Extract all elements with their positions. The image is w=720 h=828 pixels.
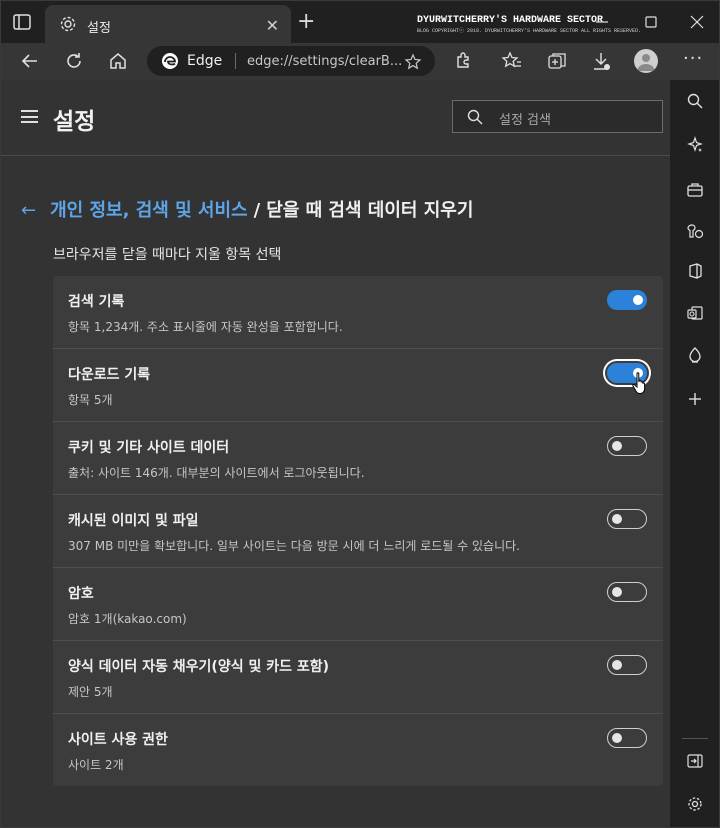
setting-name: 쿠키 및 기타 사이트 데이터 bbox=[68, 440, 230, 456]
tab-actions-icon[interactable] bbox=[11, 11, 33, 33]
toggle-site-permissions[interactable] bbox=[607, 728, 647, 748]
setting-name: 양식 데이터 자동 채우기(양식 및 카드 포함) bbox=[68, 659, 330, 675]
active-tab[interactable]: 설정 ✕ bbox=[45, 5, 291, 44]
page-title: 설정 bbox=[53, 109, 96, 135]
setting-desc: 제안 5개 bbox=[68, 685, 113, 699]
setting-row: 검색 기록 항목 1,234개. 주소 표시줄에 자동 완성을 포함합니다. bbox=[53, 276, 663, 349]
toggle-cache[interactable] bbox=[607, 509, 647, 529]
setting-name: 검색 기록 bbox=[68, 294, 125, 310]
settings-header: 설정 설정 검색 bbox=[1, 80, 671, 156]
setting-name: 다운로드 기록 bbox=[68, 367, 151, 383]
extensions-icon[interactable] bbox=[451, 49, 475, 73]
tab-bar: 설정 ✕ + DYURWITCHERRY'S HARDWARE SECTOR B… bbox=[0, 0, 720, 44]
office-icon[interactable] bbox=[686, 262, 704, 280]
settings-search-input[interactable]: 설정 검색 bbox=[452, 100, 663, 133]
setting-name: 암호 bbox=[68, 586, 94, 602]
menu-icon[interactable] bbox=[21, 110, 38, 123]
hand-cursor-icon bbox=[632, 372, 646, 394]
profile-icon bbox=[637, 54, 655, 71]
setting-name: 사이트 사용 권한 bbox=[68, 732, 168, 748]
profile-avatar[interactable] bbox=[634, 49, 658, 73]
add-favorite-icon[interactable] bbox=[404, 53, 422, 71]
setting-desc: 항목 1,234개. 주소 표시줄에 자동 완성을 포함합니다. bbox=[68, 320, 343, 334]
setting-desc: 사이트 2개 bbox=[68, 758, 124, 772]
sidebar-settings-icon[interactable] bbox=[686, 795, 704, 813]
setting-row: 쿠키 및 기타 사이트 데이터 출처: 사이트 146개. 대부분의 사이트에서… bbox=[53, 422, 663, 495]
hide-sidebar-icon[interactable] bbox=[686, 752, 704, 770]
toggle-knob bbox=[612, 660, 622, 670]
breadcrumb: ← 개인 정보, 검색 및 서비스 / 닫을 때 검색 데이터 지우기 bbox=[21, 196, 473, 222]
edge-logo-icon bbox=[162, 53, 178, 69]
settings-content: 설정 설정 검색 ← 개인 정보, 검색 및 서비스 / 닫을 때 검색 데이터 지우… bbox=[0, 80, 671, 827]
outlook-icon[interactable] bbox=[686, 304, 704, 322]
copilot-icon[interactable] bbox=[686, 136, 704, 154]
toggle-knob bbox=[612, 441, 622, 451]
setting-desc: 출처: 사이트 146개. 대부분의 사이트에서 로그아웃됩니다. bbox=[68, 466, 365, 480]
toggle-knob bbox=[612, 587, 622, 597]
drop-icon[interactable] bbox=[686, 346, 704, 364]
setting-desc: 항목 5개 bbox=[68, 393, 113, 407]
search-icon[interactable] bbox=[686, 92, 704, 110]
toggle-cookies[interactable] bbox=[607, 436, 647, 456]
address-bar[interactable]: Edge edge://settings/clearB... bbox=[147, 46, 435, 76]
toggle-passwords[interactable] bbox=[607, 582, 647, 602]
setting-row: 암호 암호 1개(kakao.com) bbox=[53, 568, 663, 641]
setting-row: 다운로드 기록 항목 5개 bbox=[53, 349, 663, 422]
maximize-icon[interactable] bbox=[644, 15, 658, 29]
setting-name: 캐시된 이미지 및 파일 bbox=[68, 513, 199, 529]
downloads-icon[interactable] bbox=[589, 49, 613, 73]
close-icon[interactable]: ✕ bbox=[266, 16, 279, 35]
setting-desc: 307 MB 미만을 확보합니다. 일부 사이트는 다음 방문 시에 더 느리게… bbox=[68, 539, 520, 553]
toggle-search-history[interactable] bbox=[607, 290, 647, 310]
games-icon[interactable] bbox=[686, 222, 704, 240]
home-icon[interactable] bbox=[106, 49, 130, 73]
back-icon[interactable] bbox=[18, 49, 42, 73]
toggle-knob bbox=[612, 514, 622, 524]
url-text[interactable]: edge://settings/clearB... bbox=[247, 54, 402, 69]
address-toolbar: Edge edge://settings/clearB... ··· bbox=[0, 43, 720, 80]
minimize-icon[interactable] bbox=[595, 15, 609, 29]
edge-sidebar bbox=[670, 80, 720, 827]
tools-icon[interactable] bbox=[686, 180, 704, 198]
collections-icon[interactable] bbox=[545, 49, 569, 73]
breadcrumb-separator: / bbox=[253, 200, 261, 221]
setting-row: 캐시된 이미지 및 파일 307 MB 미만을 확보합니다. 일부 사이트는 다… bbox=[53, 495, 663, 568]
close-window-icon[interactable] bbox=[690, 15, 704, 29]
search-placeholder: 설정 검색 bbox=[499, 113, 551, 128]
setting-row: 양식 데이터 자동 채우기(양식 및 카드 포함) 제안 5개 bbox=[53, 641, 663, 714]
breadcrumb-parent-link[interactable]: 개인 정보, 검색 및 서비스 bbox=[50, 200, 248, 221]
new-tab-icon[interactable]: + bbox=[297, 11, 315, 33]
favorites-icon[interactable] bbox=[500, 49, 524, 73]
setting-row: 사이트 사용 권한 사이트 2개 bbox=[53, 714, 663, 787]
search-icon bbox=[467, 109, 483, 125]
omni-separator bbox=[235, 53, 236, 69]
back-arrow-icon[interactable]: ← bbox=[21, 200, 36, 221]
clear-on-close-card: 검색 기록 항목 1,234개. 주소 표시줄에 자동 완성을 포함합니다. 다… bbox=[53, 276, 663, 786]
more-icon[interactable]: ··· bbox=[683, 48, 703, 69]
toggle-autofill[interactable] bbox=[607, 655, 647, 675]
toggle-knob bbox=[612, 733, 622, 743]
refresh-icon[interactable] bbox=[62, 49, 86, 73]
sidebar-divider bbox=[682, 738, 708, 739]
gear-icon bbox=[60, 16, 76, 32]
omni-label: Edge bbox=[187, 53, 223, 69]
add-icon[interactable] bbox=[686, 390, 704, 408]
setting-desc: 암호 1개(kakao.com) bbox=[68, 612, 187, 626]
toggle-knob bbox=[633, 295, 643, 305]
section-subtitle: 브라우저를 닫을 때마다 지울 항목 선택 bbox=[53, 247, 282, 263]
breadcrumb-current: 닫을 때 검색 데이터 지우기 bbox=[266, 200, 474, 221]
tab-title: 설정 bbox=[87, 21, 111, 36]
